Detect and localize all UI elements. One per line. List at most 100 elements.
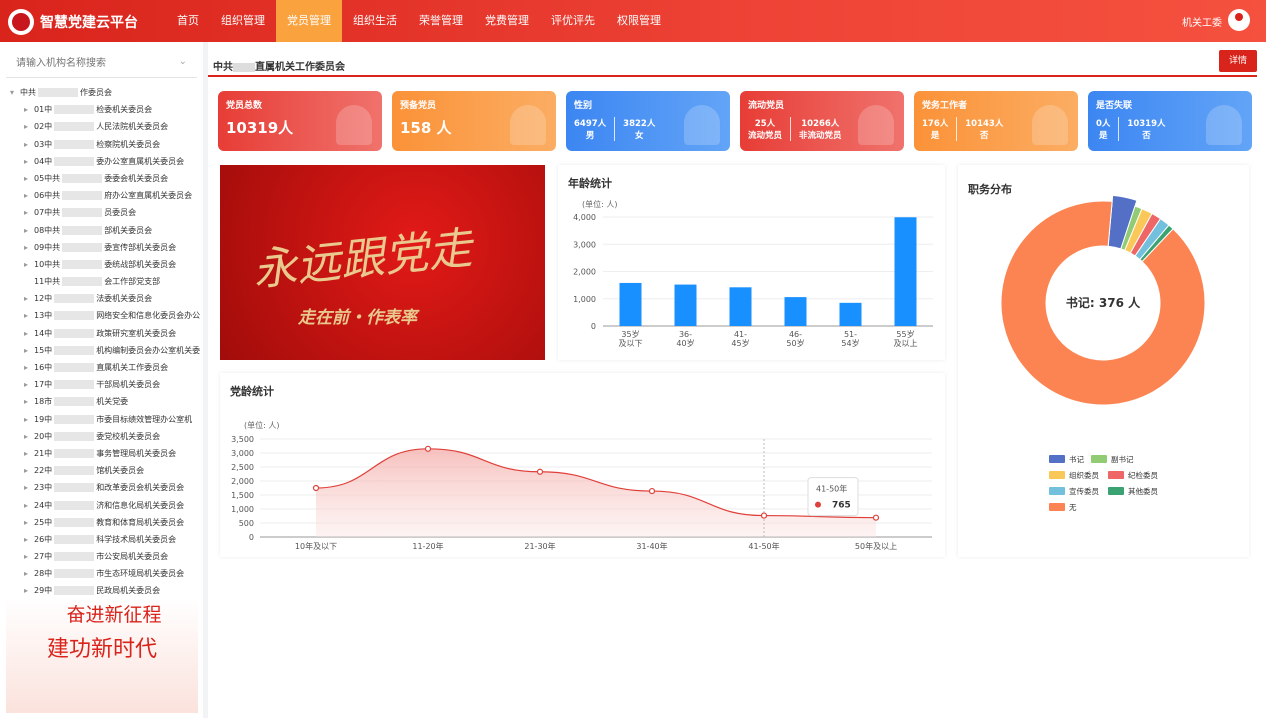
tree-item[interactable]: ▸ 09中共 委宣传部机关委员会 [0, 239, 203, 256]
tree-item[interactable]: ▸ 15中 机构编制委员会办公室机关委 [0, 342, 203, 359]
user-name[interactable]: 机关工委 [1182, 14, 1222, 29]
x-tick-label: 31-40年 [636, 541, 667, 551]
tree-item[interactable]: ▸ 08中共 部机关委员会 [0, 222, 203, 239]
legend-swatch [1049, 455, 1065, 463]
x-tick-label: 50岁 [786, 338, 804, 348]
stat-card-gender[interactable]: 性别 6497人男 3822人女 [566, 91, 730, 151]
redacted-block [62, 191, 103, 201]
x-tick-label: 54岁 [841, 338, 859, 348]
tooltip-value: 765 [832, 501, 851, 511]
tree-item[interactable]: ▸ 19中 市委目标绩效管理办公室机 [0, 411, 203, 428]
redacted-block [54, 380, 95, 390]
tree-item[interactable]: ▸ 03中 检察院机关委员会 [0, 136, 203, 153]
y-tick-label: 3,000 [231, 449, 254, 458]
tree-item[interactable]: ▸ 20中 委党校机关委员会 [0, 428, 203, 445]
x-tick-label: 及以下 [619, 339, 643, 348]
nav-org-life[interactable]: 组织生活 [342, 0, 408, 42]
redacted-block [54, 328, 95, 338]
tree-item[interactable]: ▸ 24中 济和信息化局机关委员会 [0, 497, 203, 514]
nav-honor[interactable]: 荣誉管理 [408, 0, 474, 42]
tree-item[interactable]: ▸ 18市 机关党委 [0, 393, 203, 410]
y-tick-label: 2,500 [231, 463, 254, 472]
data-point [424, 445, 432, 452]
tree-item[interactable]: ▸ 16中 直属机关工作委员会 [0, 359, 203, 376]
bar [784, 297, 807, 326]
redacted-block [54, 466, 95, 476]
data-point [760, 512, 768, 519]
chevron-down-icon[interactable]: ⌄ [179, 56, 187, 67]
tree-item[interactable]: ▸ 04中 委办公室直属机关委员会 [0, 153, 203, 170]
banner-slogan: 永远跟党走 [250, 222, 475, 297]
nav-fee[interactable]: 党费管理 [474, 0, 540, 42]
party-age-chart-title: 党龄统计 [230, 385, 274, 398]
data-point [648, 487, 656, 495]
tree-item[interactable]: ▸ 13中 网络安全和信息化委员会办公 [0, 307, 203, 324]
caret-right-icon: ▸ [24, 242, 29, 252]
stat-card-mobile[interactable]: 流动党员 25人 流动党员 10266人 非流动党员 [740, 91, 904, 151]
tree-item[interactable]: ▸ 02中 人民法院机关委员会 [0, 118, 203, 135]
tree-item[interactable]: ▸ 05中共 委委会机关委员会 [0, 170, 203, 187]
y-tick-label: 0 [249, 533, 254, 542]
person-check-icon [510, 105, 546, 145]
redacted-block [62, 242, 103, 252]
person-icon [1032, 105, 1068, 145]
stat-card-probationary[interactable]: 预备党员 158 人 [392, 91, 556, 151]
tree-item[interactable]: ▸ 26中 科学技术局机关委员会 [0, 531, 203, 548]
x-tick-label: 41- [734, 330, 747, 339]
tree-item[interactable]: ▸ 06中共 府办公室直属机关委员会 [0, 187, 203, 204]
area-fill [316, 448, 876, 537]
nav-home[interactable]: 首页 [166, 0, 210, 42]
y-tick-label: 2,000 [231, 477, 254, 486]
top-bar: 智慧党建云平台 首页 组织管理 党员管理 组织生活 荣誉管理 党费管理 评优评先… [0, 0, 1266, 42]
caret-right-icon: ▸ [24, 517, 29, 527]
tree-item[interactable]: ▸ 23中 和改革委员会机关委员会 [0, 479, 203, 496]
stat-card-workers[interactable]: 党务工作者 176人是 10143人否 [914, 91, 1078, 151]
caret-right-icon: ▸ [24, 191, 29, 201]
bar [839, 302, 862, 326]
x-tick-label: 35岁 [621, 329, 639, 339]
redacted-block [54, 448, 95, 458]
nav-evaluation[interactable]: 评优评先 [540, 0, 606, 42]
x-tick-label: 10年及以下 [295, 541, 337, 551]
caret-down-icon: ▾ [10, 88, 15, 97]
unit-label: (单位: 人) [582, 199, 617, 209]
stat-card-total[interactable]: 党员总数 10319人 [218, 91, 382, 151]
position-chart: 书记: 376 人书记 副书记组织委员 纪检委员宣传委员 其他委员无 [1000, 194, 1206, 512]
nav-permission[interactable]: 权限管理 [606, 0, 672, 42]
caret-right-icon: ▸ [24, 225, 29, 235]
stat-card-lost[interactable]: 是否失联 0人是 10319人否 [1088, 91, 1252, 151]
caret-right-icon: ▸ [24, 208, 29, 218]
x-tick-label: 21-30年 [524, 541, 555, 551]
tree-item[interactable]: ▸ 12中 法委机关委员会 [0, 290, 203, 307]
tree-item[interactable]: ▸ 27中 市公安局机关委员会 [0, 548, 203, 565]
tree-item[interactable]: ▸ 25中 教育和体育局机关委员会 [0, 514, 203, 531]
tree-item[interactable]: ▸ 10中共 委统战部机关委员会 [0, 256, 203, 273]
tree-item[interactable]: ▸ 22中 馆机关委员会 [0, 462, 203, 479]
nav-members[interactable]: 党员管理 [276, 0, 342, 42]
x-tick-label: 51- [844, 330, 857, 339]
tree-item[interactable]: 11中共 会工作部党支部 [0, 273, 203, 290]
tree-item[interactable]: ▸ 07中共 员委员会 [0, 204, 203, 221]
y-tick-label: 1,000 [573, 295, 596, 304]
tree-item[interactable]: ▸ 17中 干部局机关委员会 [0, 376, 203, 393]
party-logo-icon [8, 9, 34, 35]
nav-org[interactable]: 组织管理 [210, 0, 276, 42]
tree-item[interactable]: ▸ 21中 事务管理局机关委员会 [0, 445, 203, 462]
detail-button[interactable]: 详情 [1219, 50, 1257, 72]
org-search-input[interactable] [6, 50, 176, 76]
y-tick-label: 3,500 [231, 435, 254, 444]
x-tick-label: 46- [789, 330, 802, 339]
tree-item[interactable]: ▸ 14中 政策研究室机关委员会 [0, 325, 203, 342]
tree-root[interactable]: ▾ 中共 作委员会 [0, 84, 203, 101]
redacted-block [54, 105, 95, 115]
party-age-chart: (单位: 人) 0 500 1,000 1,500 2,000 2,500 3,000 3,50… [231, 420, 932, 551]
unit-label: (单位: 人) [244, 420, 279, 430]
redacted-block [54, 534, 95, 544]
avatar[interactable] [1228, 9, 1250, 31]
caret-right-icon: ▸ [24, 156, 29, 166]
legend-swatch [1091, 455, 1107, 463]
tree-item[interactable]: ▸ 01中 检委机关委员会 [0, 101, 203, 118]
position-chart-panel: 职务分布 书记: 376 人书记 副书记 组织委员 纪检委员 宣传委员 其他委员无 [958, 165, 1249, 557]
promo-banner: 奋进新征程 建功新时代 [6, 598, 198, 713]
tree-item[interactable]: ▸ 28中 市生态环境局机关委员会 [0, 565, 203, 582]
